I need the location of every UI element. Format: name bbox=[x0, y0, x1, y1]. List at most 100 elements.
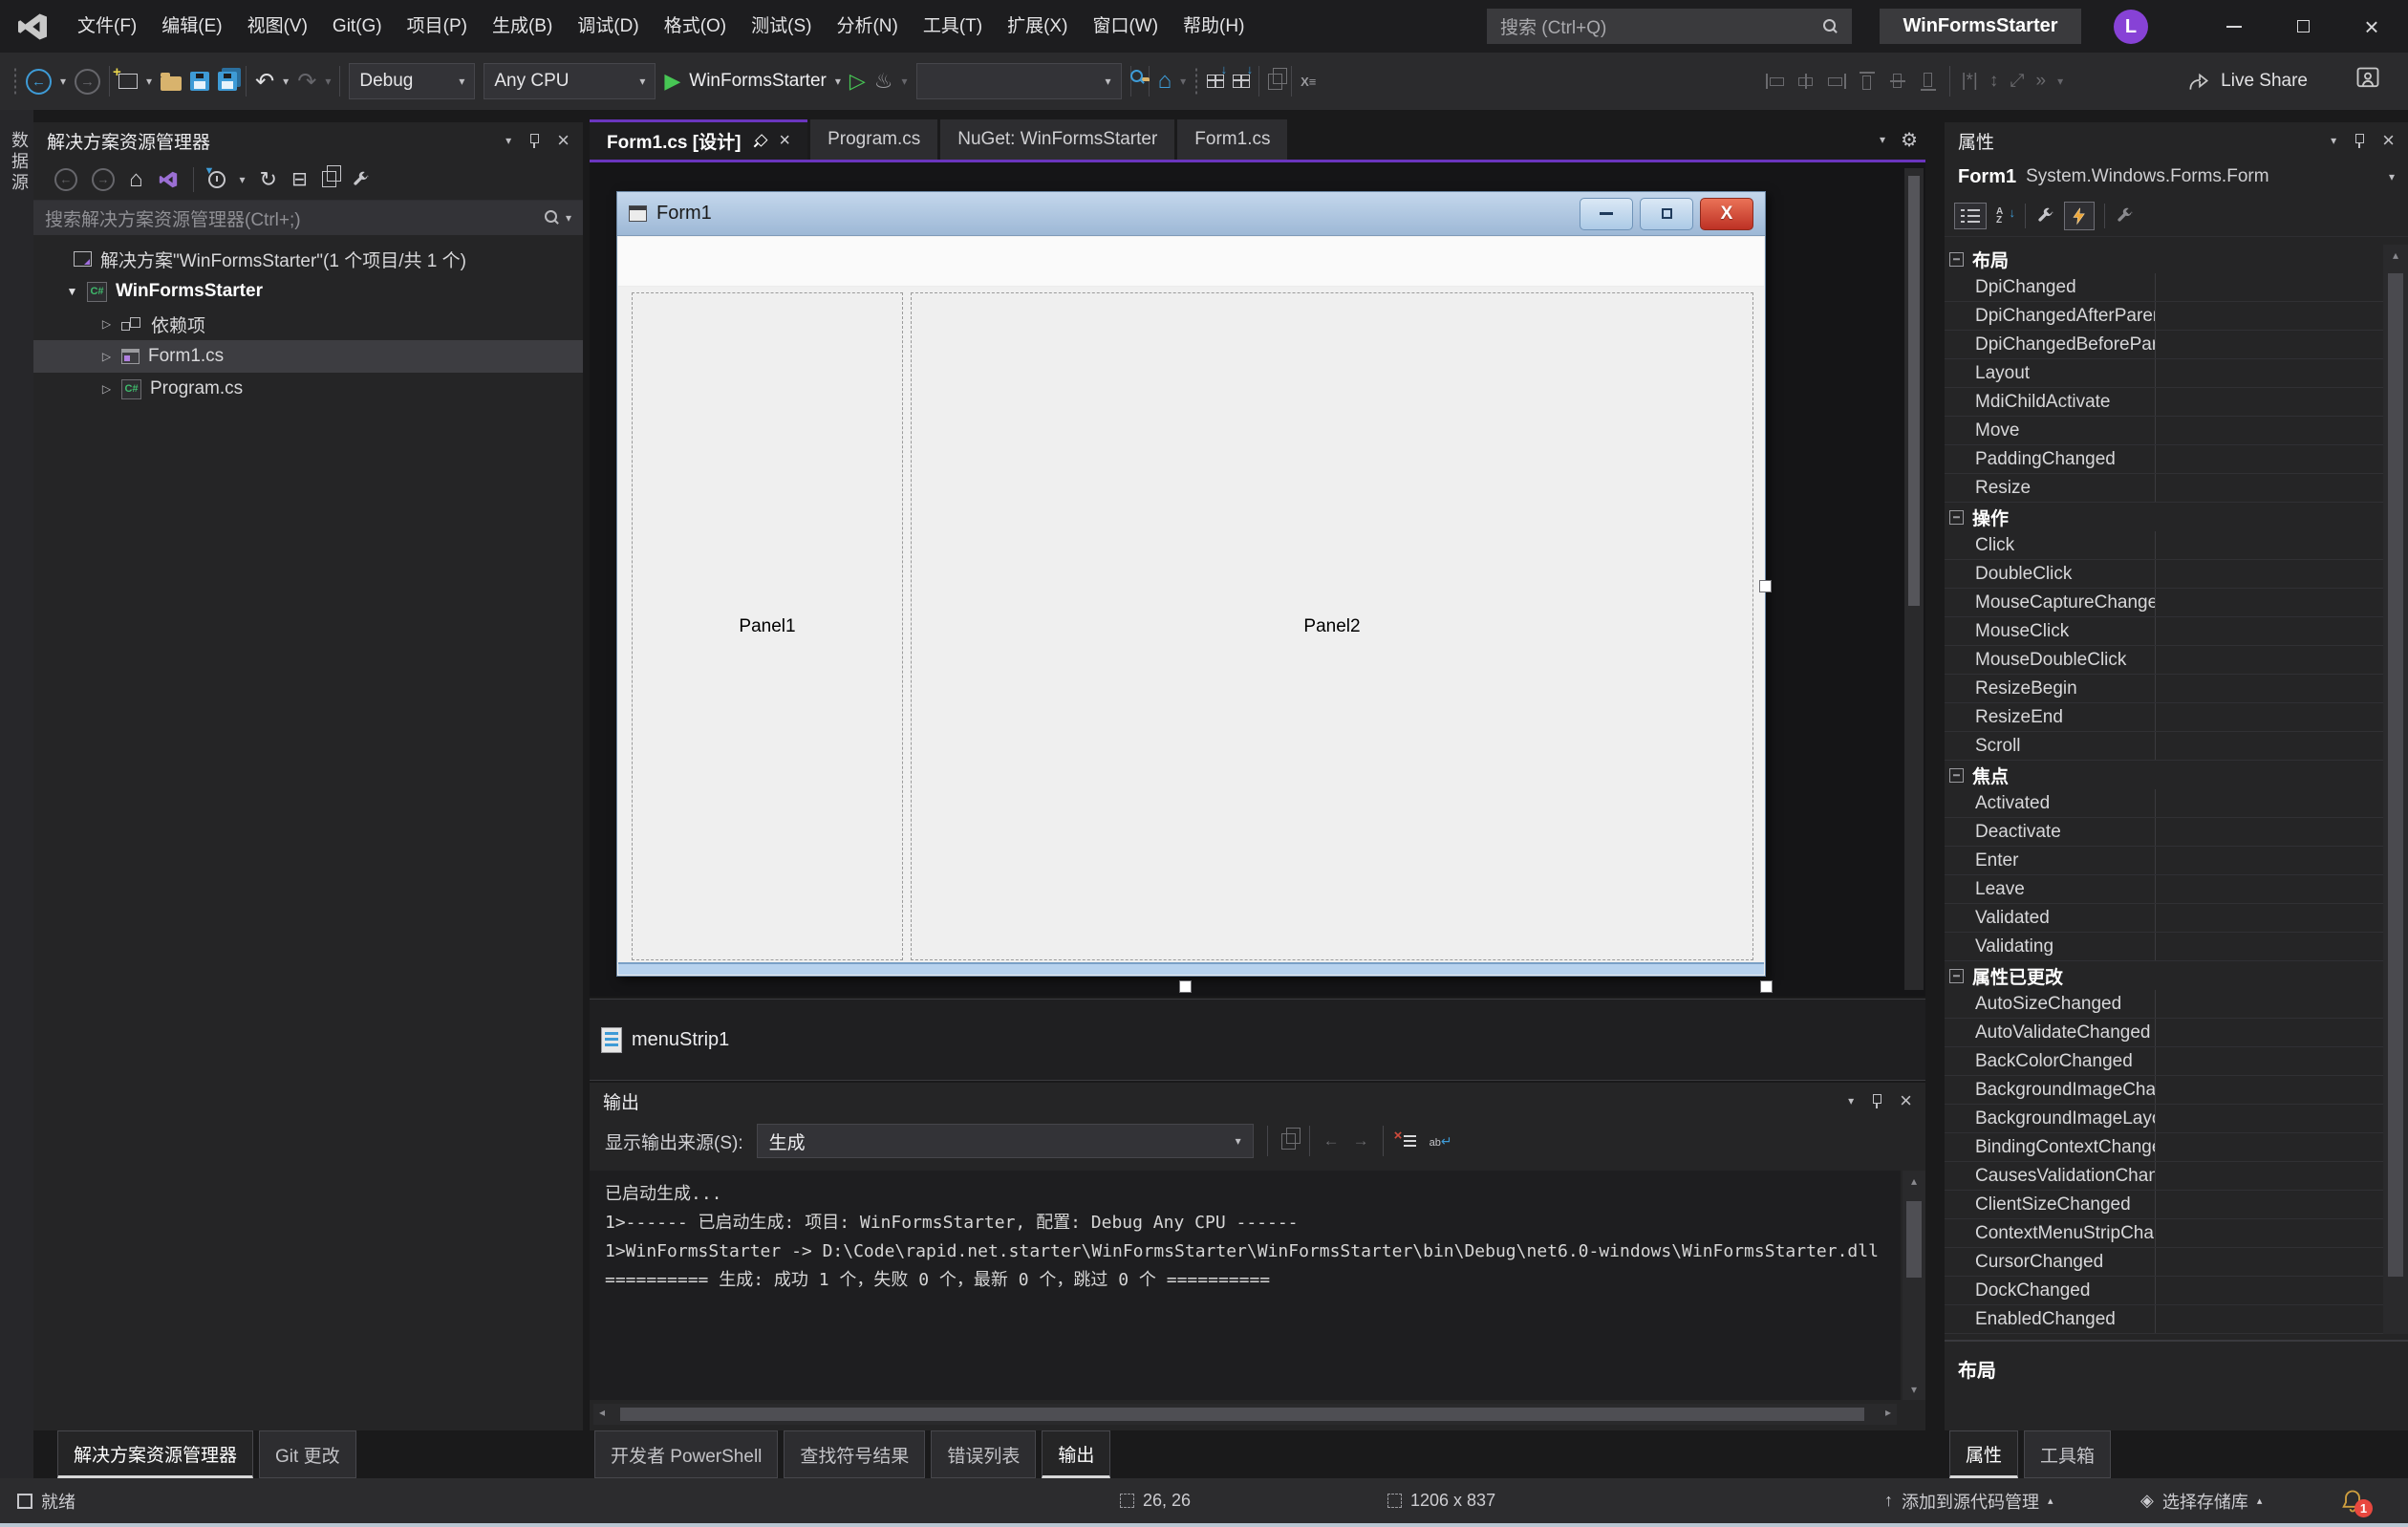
event-value-cell[interactable] bbox=[2156, 1277, 2383, 1304]
event-value-cell[interactable] bbox=[2156, 1076, 2383, 1104]
properties-wrench-icon[interactable] bbox=[351, 170, 370, 189]
event-row[interactable]: PaddingChanged bbox=[1945, 445, 2383, 474]
event-value-cell[interactable] bbox=[2156, 474, 2383, 502]
event-value-cell[interactable] bbox=[2156, 875, 2383, 903]
tab-find-symbol-results[interactable]: 查找符号结果 bbox=[784, 1430, 925, 1478]
event-value-cell[interactable] bbox=[2156, 417, 2383, 444]
resize-handle-right[interactable] bbox=[1759, 580, 1772, 592]
refresh-icon[interactable]: ↻ bbox=[260, 167, 277, 192]
pending-changes-filter-icon[interactable]: ▼ bbox=[208, 171, 226, 188]
window-position-dropdown[interactable]: ▾ bbox=[2331, 134, 2336, 147]
close-icon[interactable]: × bbox=[2382, 128, 2395, 153]
menu-item[interactable]: 窗口(W) bbox=[1080, 0, 1171, 53]
collapsed-arrow-icon[interactable]: ▷ bbox=[100, 350, 113, 363]
tree-item-form1[interactable]: ▷ Form1.cs bbox=[33, 340, 583, 373]
align-tops-button[interactable] bbox=[1860, 72, 1875, 91]
search-input[interactable]: 搜索 (Ctrl+Q) bbox=[1487, 9, 1852, 44]
align-lefts-button[interactable] bbox=[1766, 74, 1785, 89]
tab-toolbox[interactable]: 工具箱 bbox=[2024, 1430, 2111, 1478]
property-pages-button[interactable] bbox=[2115, 206, 2134, 226]
scroll-up-icon[interactable]: ▴ bbox=[2383, 245, 2408, 262]
xml-editor-button[interactable]: X≡ bbox=[1301, 75, 1316, 89]
sync-namespace-dropdown[interactable]: ▾ bbox=[1180, 75, 1186, 88]
menu-item[interactable]: 帮助(H) bbox=[1171, 0, 1257, 53]
event-row[interactable]: Click bbox=[1945, 531, 2383, 560]
event-value-cell[interactable] bbox=[2156, 732, 2383, 760]
save-all-button[interactable] bbox=[218, 72, 237, 91]
solution-search-input[interactable]: 搜索解决方案资源管理器(Ctrl+;) ▾ bbox=[33, 201, 583, 235]
active-files-dropdown[interactable]: ▾ bbox=[1880, 133, 1885, 146]
event-value-cell[interactable] bbox=[2156, 789, 2383, 817]
event-value-cell[interactable] bbox=[2156, 445, 2383, 473]
tab-properties[interactable]: 属性 bbox=[1949, 1430, 2018, 1478]
output-text-area[interactable]: 已启动生成...1>------ 已启动生成: 项目: WinFormsStar… bbox=[590, 1171, 1901, 1400]
event-row[interactable]: MouseDoubleClick bbox=[1945, 646, 2383, 675]
event-value-cell[interactable] bbox=[2156, 302, 2383, 330]
menu-item[interactable]: 项目(P) bbox=[395, 0, 480, 53]
word-wrap-icon[interactable]: ab↵ bbox=[1430, 1133, 1452, 1150]
event-row[interactable]: Activated bbox=[1945, 789, 2383, 818]
close-tab-icon[interactable]: × bbox=[779, 130, 790, 152]
navigate-forward-button[interactable]: → bbox=[75, 69, 100, 95]
tab-error-list[interactable]: 错误列表 bbox=[931, 1430, 1036, 1478]
category-row-layout[interactable]: 布局 bbox=[1945, 245, 2383, 273]
close-icon[interactable]: × bbox=[1900, 1088, 1912, 1113]
event-row[interactable]: BackgroundImageChanged bbox=[1945, 1076, 2383, 1105]
hot-reload-dropdown[interactable]: ▾ bbox=[902, 75, 908, 88]
event-row[interactable]: Resize bbox=[1945, 474, 2383, 503]
event-row[interactable]: BindingContextChanged bbox=[1945, 1133, 2383, 1162]
open-file-button[interactable] bbox=[161, 76, 182, 91]
show-all-files-icon[interactable] bbox=[322, 171, 336, 187]
scroll-up-icon[interactable]: ▴ bbox=[1903, 1174, 1925, 1188]
gear-icon[interactable]: ⚙ bbox=[1901, 128, 1918, 152]
forward-button[interactable]: → bbox=[92, 168, 115, 191]
event-row[interactable]: DpiChangedAfterParent bbox=[1945, 302, 2383, 331]
menu-item[interactable]: 生成(B) bbox=[480, 0, 565, 53]
scrollbar-thumb[interactable] bbox=[2388, 273, 2403, 1277]
output-vertical-scrollbar[interactable]: ▴ ▾ bbox=[1903, 1171, 1925, 1400]
expanded-arrow-icon[interactable]: ▼ bbox=[66, 285, 78, 298]
navigate-back-dropdown[interactable]: ▾ bbox=[60, 75, 66, 88]
pin-tab-icon[interactable] bbox=[751, 132, 770, 151]
event-row[interactable]: Enter bbox=[1945, 847, 2383, 875]
window-position-dropdown[interactable]: ▾ bbox=[1848, 1094, 1854, 1108]
event-row[interactable]: ResizeEnd bbox=[1945, 703, 2383, 732]
event-value-cell[interactable] bbox=[2156, 1047, 2383, 1075]
align-bottoms-button[interactable] bbox=[1921, 72, 1936, 91]
event-row[interactable]: Move bbox=[1945, 417, 2383, 445]
event-value-cell[interactable] bbox=[2156, 1133, 2383, 1161]
menu-item[interactable]: 调试(D) bbox=[565, 0, 651, 53]
start-without-debugging-button[interactable]: ▷ bbox=[849, 71, 866, 92]
events-view-button[interactable] bbox=[2064, 202, 2095, 230]
designed-form[interactable]: Form1 X Panel1 Panel2 bbox=[616, 191, 1766, 977]
event-value-cell[interactable] bbox=[2156, 990, 2383, 1018]
event-row[interactable]: Deactivate bbox=[1945, 818, 2383, 847]
equal-vertical-spacing-button[interactable]: ↕ bbox=[1989, 71, 1999, 92]
event-value-cell[interactable] bbox=[2156, 359, 2383, 387]
event-value-cell[interactable] bbox=[2156, 847, 2383, 874]
event-row[interactable]: AutoSizeChanged bbox=[1945, 990, 2383, 1019]
collapsed-arrow-icon[interactable]: ▷ bbox=[100, 317, 113, 331]
menu-item[interactable]: 文件(F) bbox=[65, 0, 149, 53]
tray-item-menustrip1[interactable]: menuStrip1 bbox=[632, 1029, 729, 1051]
notifications-button[interactable]: 1 bbox=[2339, 1478, 2366, 1523]
event-row[interactable]: DoubleClick bbox=[1945, 560, 2383, 589]
scroll-left-icon[interactable]: ◂ bbox=[599, 1406, 605, 1419]
event-value-cell[interactable] bbox=[2156, 646, 2383, 674]
collapse-icon[interactable] bbox=[1949, 252, 1964, 267]
empty-combobox[interactable]: ▾ bbox=[916, 63, 1122, 99]
avatar[interactable]: L bbox=[2114, 10, 2148, 44]
start-debugging-button[interactable]: ▶ WinFormsStarter ▾ bbox=[664, 71, 841, 92]
back-button[interactable]: ← bbox=[54, 168, 77, 191]
tab-form1-designer[interactable]: Form1.cs [设计] × bbox=[590, 119, 807, 160]
event-value-cell[interactable] bbox=[2156, 703, 2383, 731]
pin-icon[interactable] bbox=[528, 133, 540, 148]
event-value-cell[interactable] bbox=[2156, 1305, 2383, 1333]
show-output-from-icon[interactable] bbox=[1281, 1133, 1296, 1150]
output-horizontal-scrollbar[interactable]: ◂ ▸ bbox=[593, 1404, 1897, 1425]
event-value-cell[interactable] bbox=[2156, 933, 2383, 960]
tab-program-cs[interactable]: Program.cs bbox=[810, 119, 937, 160]
add-data-table-button[interactable]: ↓ bbox=[1233, 75, 1250, 88]
selected-object-combobox[interactable]: Form1 System.Windows.Forms.Form ▾ bbox=[1945, 159, 2408, 195]
event-row[interactable]: CursorChanged bbox=[1945, 1248, 2383, 1277]
